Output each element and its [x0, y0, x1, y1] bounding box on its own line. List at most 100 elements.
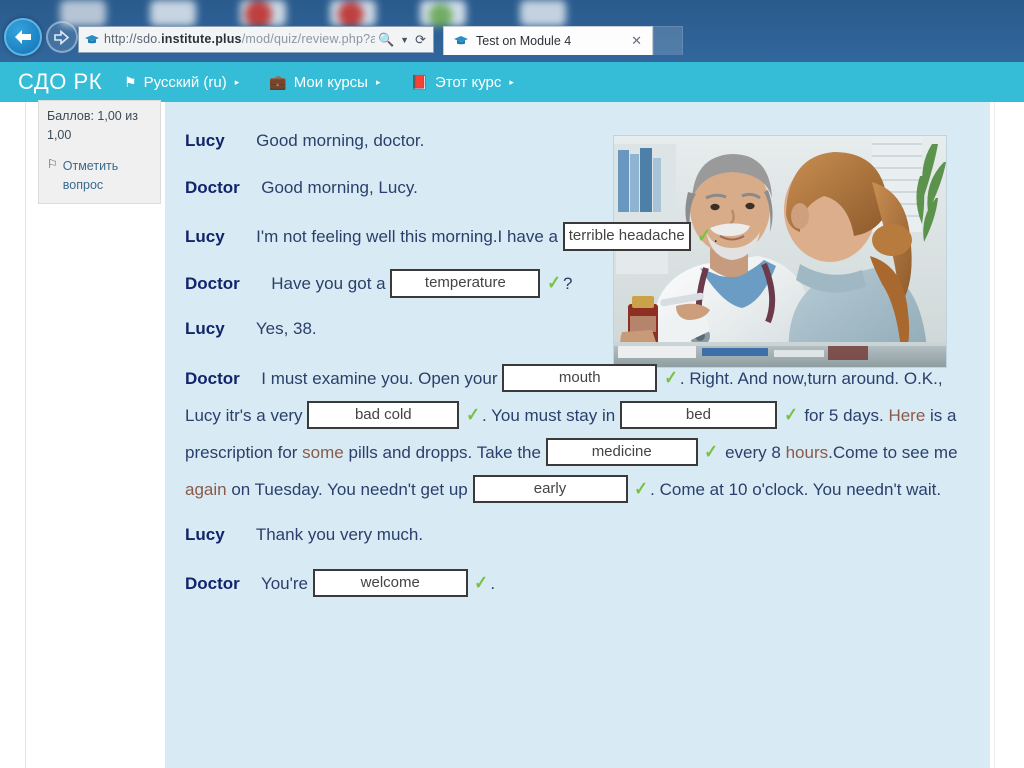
chevron-right-icon: ▸ [375, 76, 381, 87]
forward-arrow-icon [54, 29, 70, 45]
highlight-word: some [302, 442, 344, 462]
speaker-label: Doctor [185, 368, 240, 388]
correct-check-icon: ✓ [547, 273, 561, 295]
address-bar[interactable]: http://sdo.institute.plus/mod/quiz/revie… [78, 26, 434, 53]
correct-check-icon: ✓ [704, 441, 719, 463]
graduation-cap-icon [454, 36, 468, 45]
blurred-toolbar-icon [520, 0, 566, 26]
chevron-right-icon: ▸ [234, 76, 240, 87]
answer-box-early[interactable]: early [472, 474, 628, 503]
blurred-toolbar-icon [330, 0, 376, 26]
answer-box-temperature[interactable]: temperature [390, 269, 541, 298]
line-text: Thank you very much. [255, 524, 424, 544]
blurred-toolbar-icon [420, 0, 466, 26]
new-tab-button[interactable] [653, 26, 683, 55]
back-button[interactable] [4, 18, 42, 56]
tab-strip: Test on Module 4 ✕ [443, 26, 683, 55]
quiz-content-panel: Lucy Good morning, doctor. Doctor Good m… [165, 102, 990, 768]
line-text: . Come at 10 o'clock. You needn't wait. [650, 479, 942, 499]
page-body: Баллов: 1,00 из 1,00 ⚐ Отметить вопрос L… [0, 100, 1024, 768]
site-navbar: СДО РК ⚑ Русский (ru) ▸ 💼 Мои курсы ▸ 📕 … [0, 62, 1024, 102]
refresh-icon[interactable]: ⟳ [412, 32, 429, 48]
blurred-toolbar-icon [150, 0, 196, 26]
highlight-word: Here [888, 405, 926, 425]
question-info-box: Баллов: 1,00 из 1,00 ⚐ Отметить вопрос [38, 100, 161, 204]
chevron-down-icon[interactable]: ▼ [397, 35, 412, 45]
line-text-tail: ? [563, 274, 573, 294]
speaker-label: Doctor [185, 178, 240, 198]
dialogue-line: Doctor Good morning, Lucy. [185, 171, 965, 204]
flag-question-row[interactable]: ⚐ Отметить вопрос [47, 157, 152, 195]
briefcase-icon: 💼 [269, 74, 287, 90]
dialogue-line: Lucy Thank you very much. [185, 518, 965, 551]
line-text: .Come to see me [828, 442, 958, 462]
line-text: Have you got a [271, 274, 386, 294]
flag-question-icon: ⚐ [47, 156, 58, 171]
line-text: . You must stay in [481, 405, 616, 425]
left-divider [25, 102, 26, 768]
nav-item-this-course[interactable]: 📕 Этот курс ▸ [411, 74, 544, 91]
search-icon[interactable]: 🔍 [375, 32, 397, 48]
speaker-label: Lucy [185, 319, 225, 339]
back-arrow-icon [15, 30, 31, 44]
site-brand[interactable]: СДО РК [0, 69, 124, 95]
grade-text: Баллов: 1,00 из 1,00 [47, 109, 138, 143]
speaker-label: Lucy [185, 131, 225, 150]
line-text: I must examine you. Open your [261, 368, 498, 388]
forward-button[interactable] [46, 21, 78, 53]
nav-item-my-courses[interactable]: 💼 Мои курсы ▸ [269, 74, 410, 91]
speaker-label: Doctor [185, 274, 240, 294]
speaker-label: Doctor [185, 573, 240, 593]
dialogue-line: Lucy Yes, 38. [185, 312, 965, 345]
line-text: for 5 days. [804, 405, 884, 425]
correct-check-icon: ✓ [466, 404, 480, 426]
line-text: I'm not feeling well this morning.I have… [256, 227, 558, 247]
answer-box-medicine[interactable]: medicine [545, 437, 698, 466]
book-icon: 📕 [410, 74, 428, 90]
answer-box-mouth[interactable]: mouth [502, 363, 658, 392]
chevron-right-icon: ▸ [509, 76, 514, 87]
line-text: You're [260, 573, 308, 593]
tab-test-on-module-4[interactable]: Test on Module 4 ✕ [443, 26, 653, 55]
answer-box-terrible-headache[interactable]: terrible headache [562, 222, 691, 251]
dialogue-line: Doctor Have you got a temperature ✓? [185, 265, 965, 302]
highlight-word: hours [785, 442, 829, 462]
line-text: Good morning, Lucy. [261, 178, 418, 198]
line-text: Yes, 38. [255, 319, 317, 339]
correct-check-icon: ✓ [664, 367, 678, 389]
correct-check-icon: ✓ [634, 478, 648, 500]
correct-check-icon: ✓ [697, 226, 712, 248]
flag-icon: ⚑ [124, 74, 137, 90]
line-text-tail: . [713, 227, 719, 247]
tab-title: Test on Module 4 [476, 34, 572, 48]
line-text-tail: . [490, 573, 496, 593]
url-text: http://sdo.institute.plus/mod/quiz/revie… [104, 33, 375, 46]
line-text: pills and dropps. Take the [348, 442, 541, 462]
dialogue-line: Doctor I must examine you. Open your mou… [185, 360, 965, 508]
nav-item-language[interactable]: ⚑ Русский (ru) ▸ [124, 74, 269, 91]
nav-item-label: Русский (ru) [143, 73, 227, 91]
highlight-word: again [185, 479, 227, 499]
right-divider [994, 102, 995, 768]
dialogue-line: Lucy I'm not feeling well this morning.I… [185, 218, 965, 255]
blurred-toolbar-icon [240, 0, 286, 26]
answer-box-welcome[interactable]: welcome [312, 568, 468, 598]
graduation-cap-icon [85, 34, 99, 43]
nav-item-label: Мои курсы [293, 73, 368, 91]
line-text: every 8 [725, 442, 781, 462]
correct-check-icon: ✓ [474, 572, 489, 594]
browser-chrome: http://sdo.institute.plus/mod/quiz/revie… [0, 0, 1024, 62]
flag-question-label: Отметить вопрос [62, 158, 119, 192]
correct-check-icon: ✓ [783, 404, 798, 426]
dialogue-line: Doctor You're welcome ✓. [185, 565, 965, 602]
nav-item-label: Этот курс [434, 73, 502, 91]
answer-box-bed[interactable]: bed [619, 400, 777, 429]
line-text: Good morning, doctor. [256, 131, 425, 150]
close-icon[interactable]: ✕ [629, 33, 644, 49]
speaker-label: Lucy [185, 227, 225, 247]
line-text: on Tuesday. You needn't get up [231, 479, 468, 499]
quiz-content-inner: Lucy Good morning, doctor. Doctor Good m… [165, 102, 983, 768]
dialogue-text: Lucy Good morning, doctor. Doctor Good m… [185, 124, 965, 616]
answer-box-bad-cold[interactable]: bad cold [307, 400, 460, 429]
speaker-label: Lucy [185, 524, 225, 544]
